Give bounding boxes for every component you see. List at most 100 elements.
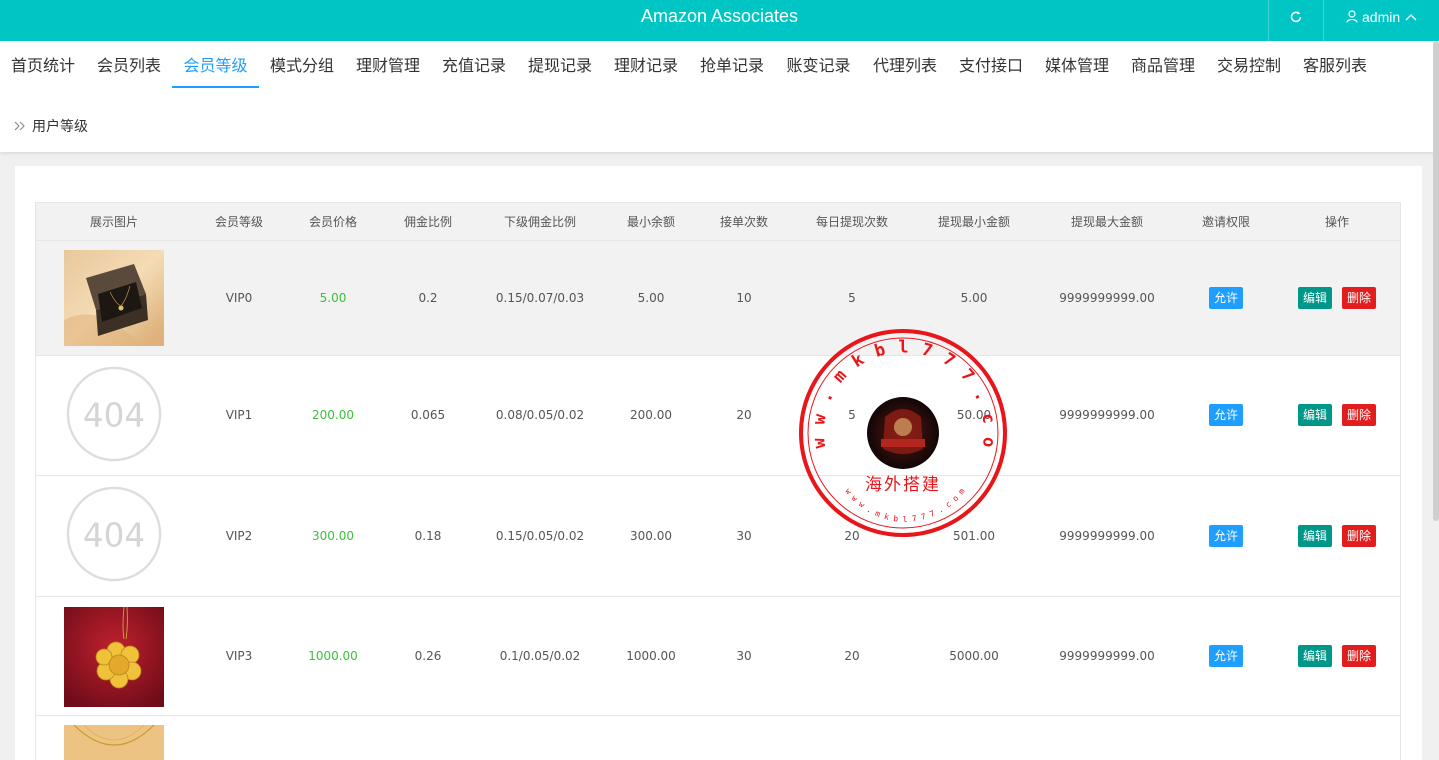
tab-member-level[interactable]: 会员等级 bbox=[172, 41, 259, 88]
edit-button[interactable]: 编辑 bbox=[1297, 404, 1333, 426]
cell-daily-withdraw: 20 bbox=[844, 649, 860, 663]
cell-min-balance: 200.00 bbox=[630, 408, 672, 422]
edit-button[interactable]: 编辑 bbox=[1297, 525, 1333, 547]
refresh-icon bbox=[1290, 11, 1302, 22]
cell-price: 5.00 bbox=[319, 291, 347, 305]
cell-withdraw-max: 9999999999.00 bbox=[1059, 529, 1155, 543]
cell-sub-commission: 0.15/0.05/0.02 bbox=[495, 529, 585, 543]
cell-orders: 30 bbox=[736, 649, 752, 663]
cell-price: 300.00 bbox=[312, 529, 354, 543]
tab-home-stats[interactable]: 首页统计 bbox=[0, 41, 86, 88]
tab-media-manage[interactable]: 媒体管理 bbox=[1034, 41, 1120, 88]
cell-level: VIP0 bbox=[225, 291, 253, 305]
cell-min-balance: 1000.00 bbox=[626, 649, 676, 663]
col-min-balance: 最小余额 bbox=[626, 215, 676, 229]
cell-sub-commission: 0.15/0.07/0.03 bbox=[495, 291, 585, 305]
cell-commission: 0.065 bbox=[410, 408, 446, 422]
cell-withdraw-max: 9999999999.00 bbox=[1059, 649, 1155, 663]
user-icon bbox=[1346, 10, 1358, 23]
cell-daily-withdraw: 5 bbox=[848, 408, 856, 422]
cell-orders: 10 bbox=[736, 291, 752, 305]
cell-sub-commission: 0.1/0.05/0.02 bbox=[499, 649, 581, 663]
member-level-table: 展示图片 会员等级 会员价格 佣金比例 下级佣金比例 最小余额 接单次数 每日提… bbox=[35, 202, 1401, 760]
placeholder-404-image: 404 bbox=[66, 486, 162, 582]
col-image: 展示图片 bbox=[89, 215, 139, 229]
tab-recharge-records[interactable]: 充值记录 bbox=[431, 41, 517, 88]
top-bar: Amazon Associates admin bbox=[0, 0, 1439, 41]
scrollbar[interactable] bbox=[1433, 41, 1439, 521]
delete-button[interactable]: 删除 bbox=[1341, 404, 1377, 426]
delete-button[interactable]: 删除 bbox=[1341, 525, 1377, 547]
table-header: 展示图片 会员等级 会员价格 佣金比例 下级佣金比例 最小余额 接单次数 每日提… bbox=[36, 203, 1400, 241]
cell-commission: 0.18 bbox=[414, 529, 442, 543]
tab-finance-manage[interactable]: 理财管理 bbox=[345, 41, 431, 88]
col-price: 会员价格 bbox=[308, 215, 358, 229]
cell-withdraw-min: 5.00 bbox=[960, 291, 988, 305]
gift-box-image bbox=[64, 250, 164, 346]
col-daily-withdraw: 每日提现次数 bbox=[815, 215, 889, 229]
delete-button[interactable]: 删除 bbox=[1341, 645, 1377, 667]
cell-price: 200.00 bbox=[312, 408, 354, 422]
tab-trade-control[interactable]: 交易控制 bbox=[1206, 41, 1292, 88]
tab-mode-group[interactable]: 模式分组 bbox=[259, 41, 345, 88]
tab-member-list[interactable]: 会员列表 bbox=[86, 41, 172, 88]
delete-button[interactable]: 删除 bbox=[1341, 287, 1377, 309]
user-name: admin bbox=[1362, 8, 1401, 25]
refresh-button[interactable] bbox=[1268, 0, 1324, 41]
cell-level: VIP2 bbox=[225, 529, 253, 543]
tab-product-manage[interactable]: 商品管理 bbox=[1120, 41, 1206, 88]
cell-withdraw-min: 5000.00 bbox=[949, 649, 999, 663]
breadcrumb-bar: 用户等级 bbox=[0, 91, 1439, 152]
cell-orders: 30 bbox=[736, 529, 752, 543]
gold-necklace-image bbox=[64, 725, 164, 760]
invite-allow-button[interactable]: 允许 bbox=[1208, 287, 1244, 309]
cell-withdraw-min: 501.00 bbox=[953, 529, 995, 543]
col-orders: 接单次数 bbox=[719, 215, 769, 229]
cell-withdraw-min: 50.00 bbox=[956, 408, 992, 422]
chevron-up-icon bbox=[1405, 13, 1417, 20]
tab-service-list[interactable]: 客服列表 bbox=[1292, 41, 1378, 88]
table-row: 404 VIP2 300.00 0.18 0.15/0.05/0.02 300.… bbox=[36, 476, 1400, 597]
content-panel: 展示图片 会员等级 会员价格 佣金比例 下级佣金比例 最小余额 接单次数 每日提… bbox=[15, 166, 1422, 760]
col-level: 会员等级 bbox=[214, 215, 264, 229]
table-row: VIP0 5.00 0.2 0.15/0.07/0.03 5.00 10 5 5… bbox=[36, 241, 1400, 356]
cell-withdraw-max: 9999999999.00 bbox=[1059, 291, 1155, 305]
col-withdraw-min: 提现最小金额 bbox=[937, 215, 1011, 229]
col-withdraw-max: 提现最大金额 bbox=[1070, 215, 1144, 229]
tab-agent-list[interactable]: 代理列表 bbox=[862, 41, 948, 88]
cell-daily-withdraw: 20 bbox=[844, 529, 860, 543]
tab-withdraw-records[interactable]: 提现记录 bbox=[517, 41, 603, 88]
cell-price: 1000.00 bbox=[308, 649, 358, 663]
placeholder-text: 404 bbox=[83, 396, 145, 434]
table-row: VIP3 1000.00 0.26 0.1/0.05/0.02 1000.00 … bbox=[36, 597, 1400, 716]
breadcrumb: 用户等级 bbox=[14, 116, 88, 136]
tab-payment-api[interactable]: 支付接口 bbox=[948, 41, 1034, 88]
cell-commission: 0.26 bbox=[414, 649, 442, 663]
app-title: Amazon Associates bbox=[640, 6, 799, 26]
invite-allow-button[interactable]: 允许 bbox=[1208, 645, 1244, 667]
invite-allow-button[interactable]: 允许 bbox=[1208, 525, 1244, 547]
table-row: 404 VIP1 200.00 0.065 0.08/0.05/0.02 200… bbox=[36, 356, 1400, 476]
tab-grab-records[interactable]: 抢单记录 bbox=[689, 41, 775, 88]
cell-sub-commission: 0.08/0.05/0.02 bbox=[495, 408, 585, 422]
edit-button[interactable]: 编辑 bbox=[1297, 645, 1333, 667]
cell-level: VIP1 bbox=[225, 408, 253, 422]
user-menu[interactable]: admin bbox=[1334, 0, 1439, 41]
tab-account-changes[interactable]: 账变记录 bbox=[775, 41, 862, 88]
cell-min-balance: 300.00 bbox=[630, 529, 672, 543]
invite-allow-button[interactable]: 允许 bbox=[1208, 404, 1244, 426]
main-nav: 首页统计 会员列表 会员等级 模式分组 理财管理 充值记录 提现记录 理财记录 … bbox=[0, 41, 1439, 91]
col-sub-commission: 下级佣金比例 bbox=[503, 215, 577, 229]
cell-level: VIP3 bbox=[225, 649, 253, 663]
cell-orders: 20 bbox=[736, 408, 752, 422]
double-chevron-right-icon bbox=[14, 121, 25, 131]
col-commission: 佣金比例 bbox=[403, 215, 453, 229]
col-invite: 邀请权限 bbox=[1201, 215, 1251, 229]
placeholder-404-image: 404 bbox=[66, 366, 162, 462]
edit-button[interactable]: 编辑 bbox=[1297, 287, 1333, 309]
placeholder-text: 404 bbox=[83, 516, 145, 554]
gold-pendant-image bbox=[64, 607, 164, 707]
col-actions: 操作 bbox=[1324, 215, 1350, 229]
tab-finance-records[interactable]: 理财记录 bbox=[603, 41, 689, 88]
cell-withdraw-max: 9999999999.00 bbox=[1059, 408, 1155, 422]
